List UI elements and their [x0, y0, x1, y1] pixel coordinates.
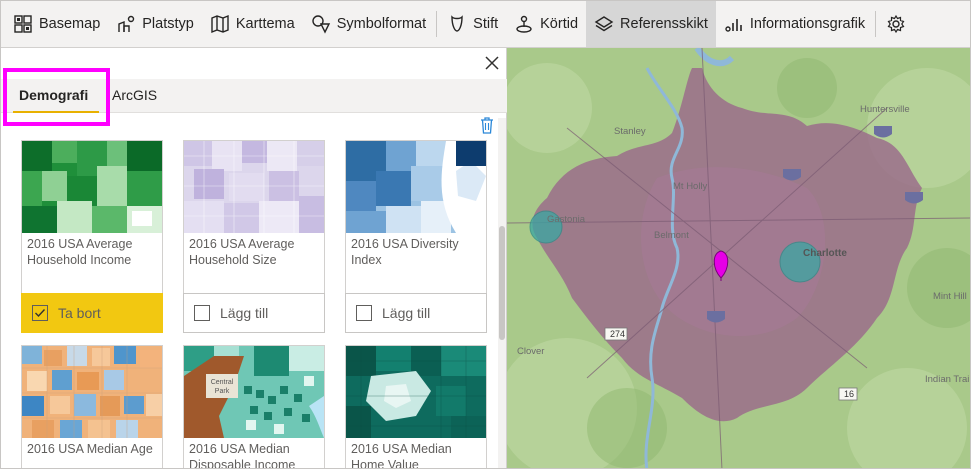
- remove-layer-button[interactable]: Ta bort: [21, 293, 163, 333]
- remove-label: Ta bort: [58, 305, 101, 321]
- route-274-label: 274: [610, 329, 626, 339]
- pin-button[interactable]: Stift: [439, 1, 506, 47]
- map-label-gastonia: Gastonia: [547, 214, 586, 225]
- gear-icon: [887, 14, 905, 34]
- map-label-stanley: Stanley: [614, 126, 646, 137]
- add-label: Lägg till: [382, 305, 431, 321]
- toolbar-divider: [875, 11, 877, 37]
- map-canvas[interactable]: Huntersville Stanley Mt Holly Gastonia B…: [507, 48, 971, 468]
- reference-layers-label: Referensskikt: [620, 16, 708, 32]
- map-label-mint-hill: Mint Hill: [933, 291, 967, 302]
- map-theme-icon: [211, 14, 229, 34]
- layer-card[interactable]: 2016 USA Median Age: [21, 345, 163, 468]
- infographic-icon: [725, 19, 742, 32]
- checkbox-checked[interactable]: [32, 305, 48, 321]
- toolbar-divider: [436, 11, 438, 37]
- add-layer-button[interactable]: Lägg till: [345, 293, 487, 333]
- trash-icon[interactable]: [479, 116, 495, 134]
- symbol-style-icon: [312, 15, 330, 34]
- layer-card[interactable]: 2016 USA Average Household Size Lägg til…: [183, 140, 325, 333]
- reference-layer-panel: Demografi ArcGIS 2016 USA Average Househ…: [1, 48, 507, 469]
- map-theme-label: Karttema: [235, 16, 295, 32]
- layers-icon: [594, 16, 614, 32]
- scrollbar-thumb[interactable]: [499, 226, 505, 340]
- map-theme-button[interactable]: Karttema: [202, 1, 303, 47]
- settings-button[interactable]: [878, 1, 914, 47]
- map-label-huntersville: Huntersville: [860, 104, 910, 115]
- symbol-style-label: Symbolformat: [336, 16, 427, 32]
- location-type-icon: [118, 15, 135, 32]
- add-layer-button[interactable]: Lägg till: [183, 293, 325, 333]
- pin-icon: [451, 15, 463, 32]
- tab-arcgis[interactable]: ArcGIS: [112, 87, 157, 103]
- add-label: Lägg till: [220, 305, 269, 321]
- svg-text:Central: Central: [211, 379, 234, 386]
- checkbox-unchecked[interactable]: [194, 305, 210, 321]
- diversity-index-thumbnail: [346, 141, 486, 233]
- layer-card[interactable]: 2016 USA Median Home Value: [345, 345, 487, 469]
- map-label-indian-trail: Indian Trail: [925, 374, 971, 385]
- basemap-icon: [14, 15, 32, 33]
- card-caption: 2016 USA Average Household Size: [189, 237, 295, 267]
- map-label-belmont: Belmont: [654, 230, 689, 241]
- card-caption: 2016 USA Median Disposable Income: [189, 442, 296, 469]
- infographic-button[interactable]: Informationsgrafik: [716, 1, 873, 47]
- map-label-charlotte: Charlotte: [803, 248, 847, 259]
- disposable-income-thumbnail: Central Park: [184, 346, 324, 438]
- layer-card[interactable]: Central Park 2016 USA Median Disposable …: [183, 345, 325, 469]
- svg-text:Park: Park: [215, 388, 230, 395]
- drive-time-button[interactable]: Körtid: [506, 1, 586, 47]
- checkbox-unchecked[interactable]: [356, 305, 372, 321]
- route-16-label: 16: [844, 389, 855, 399]
- card-caption: 2016 USA Average Household Income: [27, 237, 133, 267]
- card-caption: 2016 USA Diversity Index: [351, 237, 459, 267]
- median-age-thumbnail: [22, 346, 162, 438]
- map-toolbar: Basemap Platstyp Karttema Symbolformat S…: [1, 1, 970, 48]
- location-type-label: Platstyp: [142, 16, 194, 32]
- basemap-button[interactable]: Basemap: [5, 1, 108, 47]
- card-caption: 2016 USA Median Home Value: [351, 442, 452, 469]
- infographic-label: Informationsgrafik: [749, 16, 866, 32]
- household-size-thumbnail: [184, 141, 324, 233]
- layer-card[interactable]: 2016 USA Diversity Index Lägg till: [345, 140, 487, 333]
- drive-time-label: Körtid: [540, 16, 579, 32]
- app-window: Basemap Platstyp Karttema Symbolformat S…: [0, 0, 971, 469]
- tab-highlight-box: [3, 68, 110, 126]
- panel-scrollbar[interactable]: [498, 118, 506, 468]
- reference-layers-button[interactable]: Referensskikt: [586, 1, 716, 47]
- household-income-thumbnail: [22, 141, 162, 233]
- location-type-button[interactable]: Platstyp: [108, 1, 202, 47]
- layer-card[interactable]: 2016 USA Average Household Income Ta bor…: [21, 140, 163, 333]
- map-label-mt-holly: Mt Holly: [673, 181, 708, 192]
- check-icon: [35, 309, 46, 318]
- symbol-style-button[interactable]: Symbolformat: [303, 1, 434, 47]
- drive-time-icon: [516, 15, 532, 33]
- map-label-clover: Clover: [517, 346, 545, 357]
- median-home-value-thumbnail: [346, 346, 486, 438]
- basemap-label: Basemap: [39, 16, 101, 32]
- pin-label: Stift: [473, 16, 499, 32]
- card-caption: 2016 USA Median Age: [27, 442, 153, 456]
- close-icon[interactable]: [482, 53, 502, 73]
